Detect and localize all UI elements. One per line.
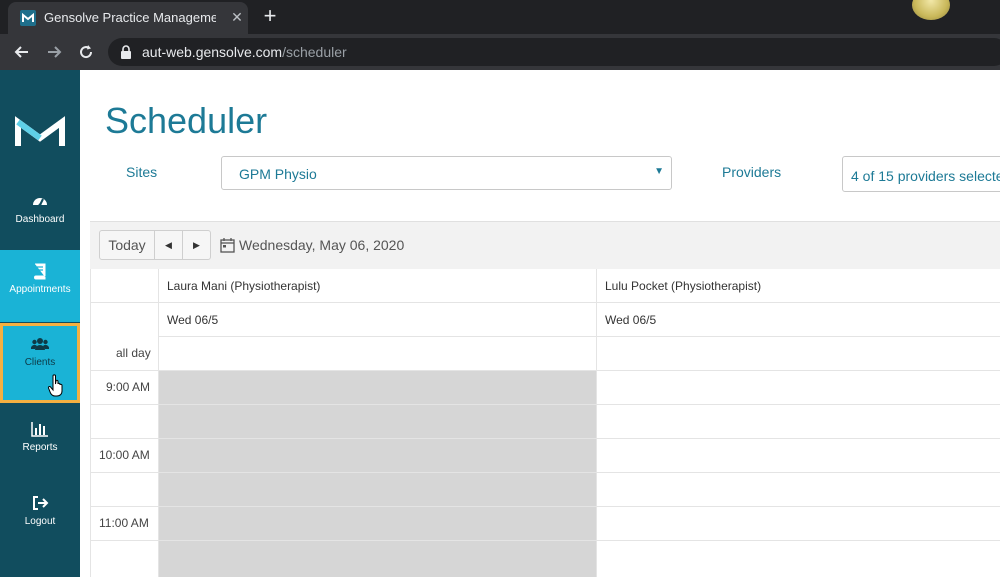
sites-dropdown[interactable]: GPM Physio ▼ xyxy=(221,156,672,190)
time-label: 11:00 AM xyxy=(99,516,149,530)
prev-day-button[interactable]: ◀ xyxy=(154,230,183,260)
sidebar-item-label: Reports xyxy=(22,442,58,453)
new-tab-button[interactable]: + xyxy=(260,5,280,27)
address-bar[interactable]: aut-web.gensolve.com/scheduler xyxy=(108,38,1000,66)
providers-label: Providers xyxy=(722,164,782,180)
logout-icon xyxy=(31,494,49,512)
sidebar-item-clients[interactable]: Clients xyxy=(0,323,80,403)
sidebar-item-label: Clients xyxy=(24,357,56,368)
caret-down-icon: ▼ xyxy=(654,166,664,177)
users-icon xyxy=(30,335,50,353)
scheduler-toolbar: Today ◀ ▶ Wednesday, May 06, 2020 xyxy=(90,221,1000,269)
sidebar-item-reports[interactable]: Reports xyxy=(0,408,80,480)
sidebar-item-dashboard[interactable]: Dashboard xyxy=(0,180,80,252)
sidebar: Dashboard Appointments Clients Reports L… xyxy=(0,70,80,577)
time-label: 9:00 AM xyxy=(106,380,151,394)
url-domain: aut-web.gensolve.com xyxy=(142,44,283,60)
browser-tab[interactable]: Gensolve Practice Management - ✕ xyxy=(8,2,248,34)
lock-icon xyxy=(120,45,132,59)
bar-chart-icon xyxy=(31,420,49,438)
browser-toolbar: aut-web.gensolve.com/scheduler xyxy=(0,34,1000,70)
next-day-button[interactable]: ▶ xyxy=(182,230,211,260)
back-arrow-icon[interactable] xyxy=(12,42,32,62)
sidebar-item-label: Logout xyxy=(24,516,56,527)
providers-selected-value: 4 of 15 providers selected xyxy=(851,168,1000,184)
sidebar-item-appointments[interactable]: Appointments xyxy=(0,250,80,322)
allday-slot[interactable] xyxy=(159,337,596,370)
dashboard-icon xyxy=(31,192,49,210)
url-path: /scheduler xyxy=(282,44,347,60)
time-label: 10:00 AM xyxy=(99,448,150,462)
allday-label: all day xyxy=(116,346,151,360)
providers-dropdown[interactable]: 4 of 15 providers selected xyxy=(842,156,1000,192)
provider-header[interactable]: Laura Mani (Physiotherapist) xyxy=(167,279,320,293)
browser-tab-bar: Gensolve Practice Management - ✕ + xyxy=(0,0,1000,34)
profile-avatar[interactable] xyxy=(912,0,950,20)
book-icon xyxy=(31,262,49,280)
day-header: Wed 06/5 xyxy=(167,313,219,327)
url-text: aut-web.gensolve.com/scheduler xyxy=(142,44,347,60)
tab-title: Gensolve Practice Management - xyxy=(44,10,216,25)
gensolve-favicon-icon xyxy=(20,10,36,26)
sites-selected-value: GPM Physio xyxy=(239,166,317,182)
provider-header[interactable]: Lulu Pocket (Physiotherapist) xyxy=(605,279,761,293)
unavailable-time-block xyxy=(159,370,596,577)
grid-divider xyxy=(91,302,1000,303)
sidebar-item-label: Appointments xyxy=(9,284,71,295)
current-date: Wednesday, May 06, 2020 xyxy=(239,237,405,253)
allday-slot[interactable] xyxy=(597,337,1000,370)
hand-cursor-icon xyxy=(47,374,65,398)
grid-divider xyxy=(158,269,159,577)
sidebar-item-label: Dashboard xyxy=(15,214,65,225)
page-title: Scheduler xyxy=(105,100,268,141)
sites-label: Sites xyxy=(126,164,158,180)
scheduler-grid: Laura Mani (Physiotherapist) Lulu Pocket… xyxy=(90,269,1000,577)
day-header: Wed 06/5 xyxy=(605,313,657,327)
forward-arrow-icon[interactable] xyxy=(44,42,64,62)
time-slots-column[interactable] xyxy=(597,371,1000,577)
calendar-icon[interactable] xyxy=(220,237,235,253)
reload-icon[interactable] xyxy=(76,42,96,62)
today-button[interactable]: Today xyxy=(99,230,155,260)
gensolve-logo xyxy=(14,114,66,150)
tab-close-icon[interactable]: ✕ xyxy=(228,8,246,26)
sidebar-item-logout[interactable]: Logout xyxy=(0,482,80,554)
